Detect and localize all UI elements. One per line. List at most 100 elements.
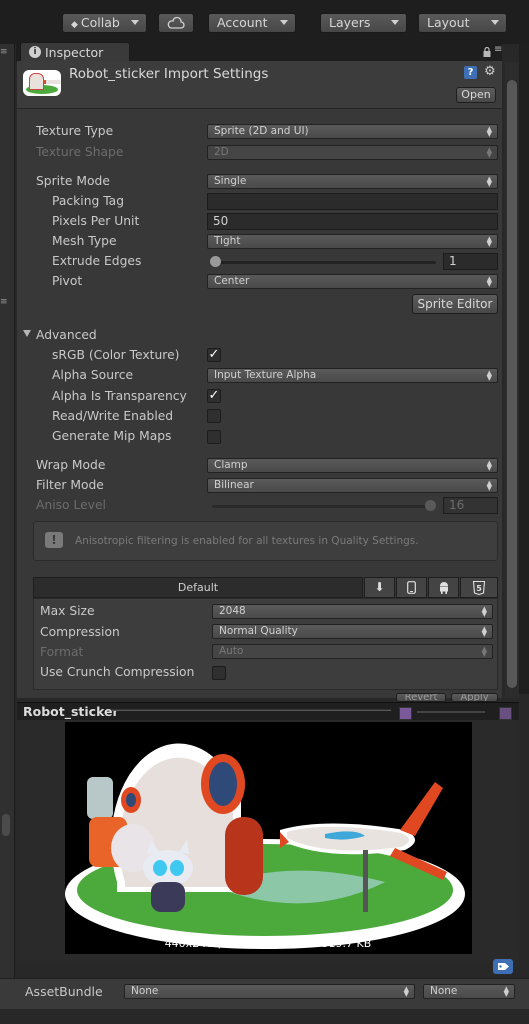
compression-dropdown[interactable]: Normal Quality ▲ ▼	[212, 624, 493, 639]
preview-header: Robot_sticker	[17, 702, 519, 721]
collab-label: Collab	[80, 15, 120, 30]
sprite-editor-button[interactable]: Sprite Editor	[412, 294, 498, 314]
updown-arrow-icon: ▲ ▼	[486, 275, 492, 288]
advanced-foldout-label[interactable]: Advanced	[36, 328, 97, 342]
preview-info: 440x248 (NPOT) RGB 24 bit 319.7 KB	[165, 937, 372, 950]
robot-sticker-artwork: 440x248 (NPOT) RGB 24 bit 319.7 KB	[65, 743, 465, 950]
svg-text:5: 5	[476, 584, 482, 593]
updown-arrow-icon: ▲ ▼	[503, 985, 509, 998]
alpha-is-transparency-checkbox[interactable]: ✓	[207, 389, 221, 403]
tab-inspector[interactable]: i Inspector	[20, 42, 130, 62]
info-icon: i	[29, 46, 41, 58]
alpha-source-value: Input Texture Alpha	[214, 369, 317, 381]
tag-icon[interactable]	[493, 959, 513, 974]
assetbundle-variant-value: None	[430, 985, 458, 997]
extrude-edges-slider[interactable]	[212, 261, 436, 264]
sprite-mode-dropdown[interactable]: Single ▲ ▼	[207, 174, 498, 189]
info-bubble-icon: !	[45, 532, 63, 548]
lock-icon[interactable]	[483, 46, 491, 57]
pixels-per-unit-input[interactable]: 50	[207, 213, 498, 230]
extrude-edges-input[interactable]: 1	[443, 253, 498, 270]
account-dropdown[interactable]: Account	[208, 13, 296, 33]
srgb-checkbox[interactable]: ✓	[207, 348, 221, 362]
updown-arrow-icon: ▲ ▼	[486, 235, 492, 248]
updown-arrow-icon: ▲ ▼	[481, 605, 487, 618]
account-label: Account	[217, 15, 268, 30]
crunch-checkbox[interactable]	[212, 666, 226, 680]
panel-menu-icon[interactable]: ≡	[0, 48, 12, 57]
assetbundle-variant-dropdown[interactable]: None ▲ ▼	[423, 984, 515, 999]
max-size-label: Max Size	[40, 604, 95, 618]
texture-type-value: Sprite (2D and UI)	[214, 125, 309, 137]
mip-level-slider[interactable]	[417, 711, 485, 713]
updown-arrow-icon: ▲ ▼	[486, 146, 492, 159]
sprite-mode-label: Sprite Mode	[36, 174, 110, 188]
cloud-icon	[167, 16, 185, 29]
gear-icon[interactable]: ⚙	[484, 64, 500, 79]
updown-arrow-icon: ▲ ▼	[486, 125, 492, 138]
assetbundle-name-value: None	[131, 985, 159, 997]
updown-arrow-icon: ▲ ▼	[486, 459, 492, 472]
mesh-type-dropdown[interactable]: Tight ▲ ▼	[207, 234, 498, 249]
srgb-label: sRGB (Color Texture)	[52, 348, 180, 362]
read-write-checkbox[interactable]	[207, 409, 221, 423]
packing-tag-input[interactable]	[207, 193, 498, 210]
pivot-dropdown[interactable]: Center ▲ ▼	[207, 274, 498, 289]
sprite-preview-image: 440x248 (NPOT) RGB 24 bit 319.7 KB	[65, 722, 472, 954]
tab-platform-default[interactable]: Default	[33, 577, 363, 598]
rgb-channel-icon[interactable]	[399, 707, 412, 720]
panel-menu-icon[interactable]: ≡	[0, 298, 12, 307]
sprite-mode-value: Single	[214, 175, 247, 187]
inspector-scrollbar-thumb[interactable]	[507, 80, 517, 688]
apply-button[interactable]: Apply	[451, 693, 498, 702]
updown-arrow-icon: ▲ ▼	[403, 985, 409, 998]
revert-button[interactable]: Revert	[396, 693, 446, 702]
wrap-mode-label: Wrap Mode	[36, 458, 106, 472]
filter-mode-value: Bilinear	[214, 479, 254, 491]
tab-platform-standalone[interactable]: ⬇	[364, 577, 395, 598]
extrude-edges-label: Extrude Edges	[52, 254, 142, 268]
tab-platform-android[interactable]	[428, 577, 459, 598]
pixels-per-unit-label: Pixels Per Unit	[52, 214, 140, 228]
aniso-level-input: 16	[443, 497, 498, 514]
tab-platform-webgl[interactable]: 5	[460, 577, 498, 598]
left-dock-strip	[0, 44, 15, 984]
assetbundle-name-dropdown[interactable]: None ▲ ▼	[124, 984, 415, 999]
alpha-is-transparency-label: Alpha Is Transparency	[52, 389, 187, 403]
updown-arrow-icon: ▲ ▼	[481, 645, 487, 658]
packing-tag-label: Packing Tag	[52, 194, 125, 208]
chevron-down-icon	[491, 20, 499, 25]
texture-type-dropdown[interactable]: Sprite (2D and UI) ▲ ▼	[207, 124, 498, 139]
mip-level-icon[interactable]	[499, 707, 512, 720]
aniso-helpbox: ! Anisotropic filtering is enabled for a…	[33, 521, 498, 561]
mip-maps-checkbox[interactable]	[207, 430, 221, 444]
compression-value: Normal Quality	[219, 625, 298, 637]
aniso-level-slider-knob	[425, 500, 436, 511]
format-label: Format	[40, 645, 84, 659]
preview-drag-handle[interactable]	[111, 709, 391, 711]
preview-title: Robot_sticker	[23, 704, 119, 719]
read-write-label: Read/Write Enabled	[52, 409, 174, 423]
filter-mode-dropdown[interactable]: Bilinear ▲ ▼	[207, 478, 498, 493]
tab-platform-ios[interactable]	[396, 577, 427, 598]
foldout-arrow-icon[interactable]	[23, 330, 31, 337]
left-scrollbar-thumb[interactable]	[2, 814, 10, 836]
layers-dropdown[interactable]: Layers	[320, 13, 407, 33]
chevron-down-icon	[131, 20, 139, 25]
aniso-level-slider	[212, 505, 436, 508]
format-value: Auto	[219, 645, 244, 657]
cloud-button[interactable]	[158, 13, 194, 33]
help-book-icon[interactable]: ?	[464, 66, 477, 79]
tab-menu-icon[interactable]: ≡	[494, 44, 502, 56]
wrap-mode-dropdown[interactable]: Clamp ▲ ▼	[207, 458, 498, 473]
max-size-value: 2048	[219, 605, 246, 617]
open-button[interactable]: Open	[456, 87, 496, 103]
extrude-edges-slider-knob[interactable]	[210, 256, 221, 267]
layout-dropdown[interactable]: Layout	[418, 13, 507, 33]
max-size-dropdown[interactable]: 2048 ▲ ▼	[212, 604, 493, 619]
collab-button[interactable]: ◆ Collab	[62, 13, 147, 33]
updown-arrow-icon: ▲ ▼	[486, 369, 492, 382]
alpha-source-dropdown[interactable]: Input Texture Alpha ▲ ▼	[207, 368, 498, 383]
crunch-label: Use Crunch Compression	[40, 665, 195, 679]
mip-maps-label: Generate Mip Maps	[52, 429, 172, 443]
